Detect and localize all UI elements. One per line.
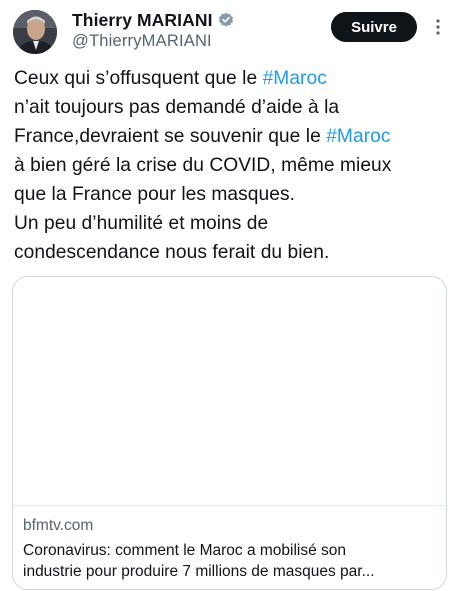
avatar[interactable] — [13, 10, 57, 54]
more-vertical-icon[interactable] — [436, 18, 440, 36]
verified-badge-icon — [218, 12, 234, 28]
follow-button[interactable]: Suivre — [331, 12, 417, 42]
hashtag-link[interactable]: #Maroc — [263, 68, 327, 89]
author-names: Thierry MARIANI @ThierryMARIANI — [72, 9, 234, 51]
card-divider — [13, 505, 446, 506]
author-handle[interactable]: @ThierryMARIANI — [72, 32, 234, 51]
link-preview-card[interactable]: bfmtv.com Coronavirus: comment le Maroc … — [12, 276, 447, 590]
tweet-header: Thierry MARIANI @ThierryMARIANI Suivre — [0, 0, 460, 62]
tweet-text-segment: n’ait toujours pas demandé d’aide à la — [14, 97, 340, 118]
link-title-line: industrie pour produire 7 millions de ma… — [23, 563, 375, 580]
tweet-text-segment: à bien géré la crise du COVID, même mieu… — [14, 155, 392, 176]
author-display-name[interactable]: Thierry MARIANI — [72, 10, 213, 31]
tweet-text-segment: Ceux qui s’offusquent que le — [14, 68, 263, 89]
tweet-text-segment: que la France pour les masques. — [14, 184, 295, 205]
tweet-line: France,devraient se souvenir que le #Mar… — [14, 122, 454, 151]
link-domain[interactable]: bfmtv.com — [23, 517, 93, 535]
tweet-line: Ceux qui s’offusquent que le #Maroc — [14, 64, 454, 93]
link-title[interactable]: Coronavirus: comment le Maroc a mobilisé… — [23, 540, 443, 582]
tweet-line: n’ait toujours pas demandé d’aide à la — [14, 93, 454, 122]
profile-photo — [13, 10, 57, 54]
link-preview-image[interactable] — [13, 277, 446, 505]
tweet-line: que la France pour les masques. — [14, 180, 454, 209]
tweet-line: Un peu d’humilité et moins de — [14, 209, 454, 238]
tweet-line: à bien géré la crise du COVID, même mieu… — [14, 151, 454, 180]
hashtag-link[interactable]: #Maroc — [326, 126, 390, 147]
tweet-text-segment: condescendance nous ferait du bien. — [14, 242, 330, 263]
tweet-text-segment: France,devraient se souvenir que le — [14, 126, 327, 147]
link-title-line: Coronavirus: comment le Maroc a mobilisé… — [23, 542, 347, 559]
tweet-text: Ceux qui s’offusquent que le #Maroc n’ai… — [14, 64, 454, 267]
tweet-line: condescendance nous ferait du bien. — [14, 238, 454, 267]
tweet-text-segment: Un peu d’humilité et moins de — [14, 213, 269, 234]
